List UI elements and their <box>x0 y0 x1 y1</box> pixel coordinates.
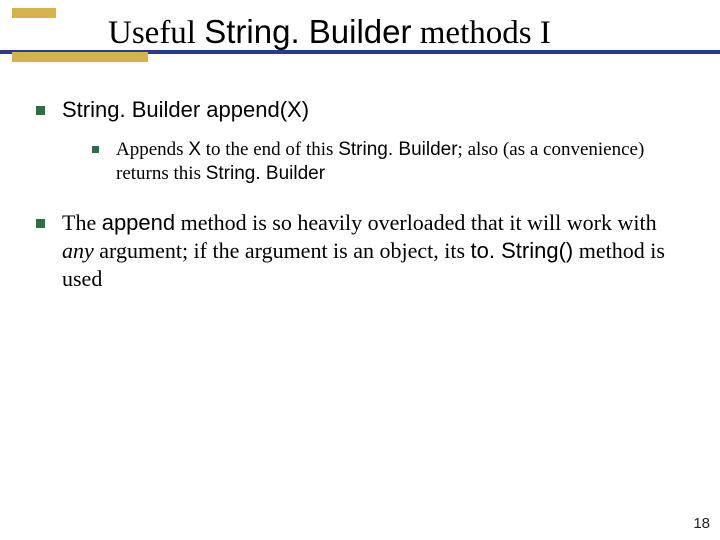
b2-t2: append <box>102 210 175 235</box>
b2-t1: The <box>62 210 102 235</box>
slide-title: Useful String. Builder methods I <box>108 14 551 51</box>
b2-t5: argument; if the argument is an object, … <box>94 238 471 263</box>
title-accent-gold-bottom <box>12 52 148 62</box>
b2-t6: to. String() <box>471 238 574 263</box>
b1s-t1: Appends <box>116 139 188 160</box>
square-bullet-icon <box>36 106 45 115</box>
square-bullet-icon <box>36 219 45 228</box>
b1s-t2: X <box>188 139 201 160</box>
bullet1-text: String. Builder append(X) <box>62 97 309 122</box>
b2-t3: method is so heavily overloaded that it … <box>175 210 656 235</box>
title-text-1: Useful <box>108 15 204 51</box>
title-text-3: methods I <box>412 15 551 51</box>
b1s-t4: String. Builder <box>338 139 457 160</box>
slide: Useful String. Builder methods I String.… <box>0 0 720 540</box>
bullet-lvl1-1: String. Builder append(X) Appends X to t… <box>36 96 684 187</box>
title-area: Useful String. Builder methods I <box>0 8 720 68</box>
b2-t4: any <box>62 238 94 263</box>
square-bullet-icon <box>92 146 99 153</box>
b1s-t6: String. Builder <box>206 163 325 184</box>
bullet-lvl2-1: Appends X to the end of this String. Bui… <box>62 138 684 187</box>
title-accent-gold-top <box>12 8 56 18</box>
title-text-2: String. Builder <box>204 13 411 50</box>
slide-body: String. Builder append(X) Appends X to t… <box>36 96 684 307</box>
page-number: 18 <box>693 515 710 532</box>
bullet-lvl1-2: The append method is so heavily overload… <box>36 209 684 293</box>
b1s-t3: to the end of this <box>201 139 338 160</box>
